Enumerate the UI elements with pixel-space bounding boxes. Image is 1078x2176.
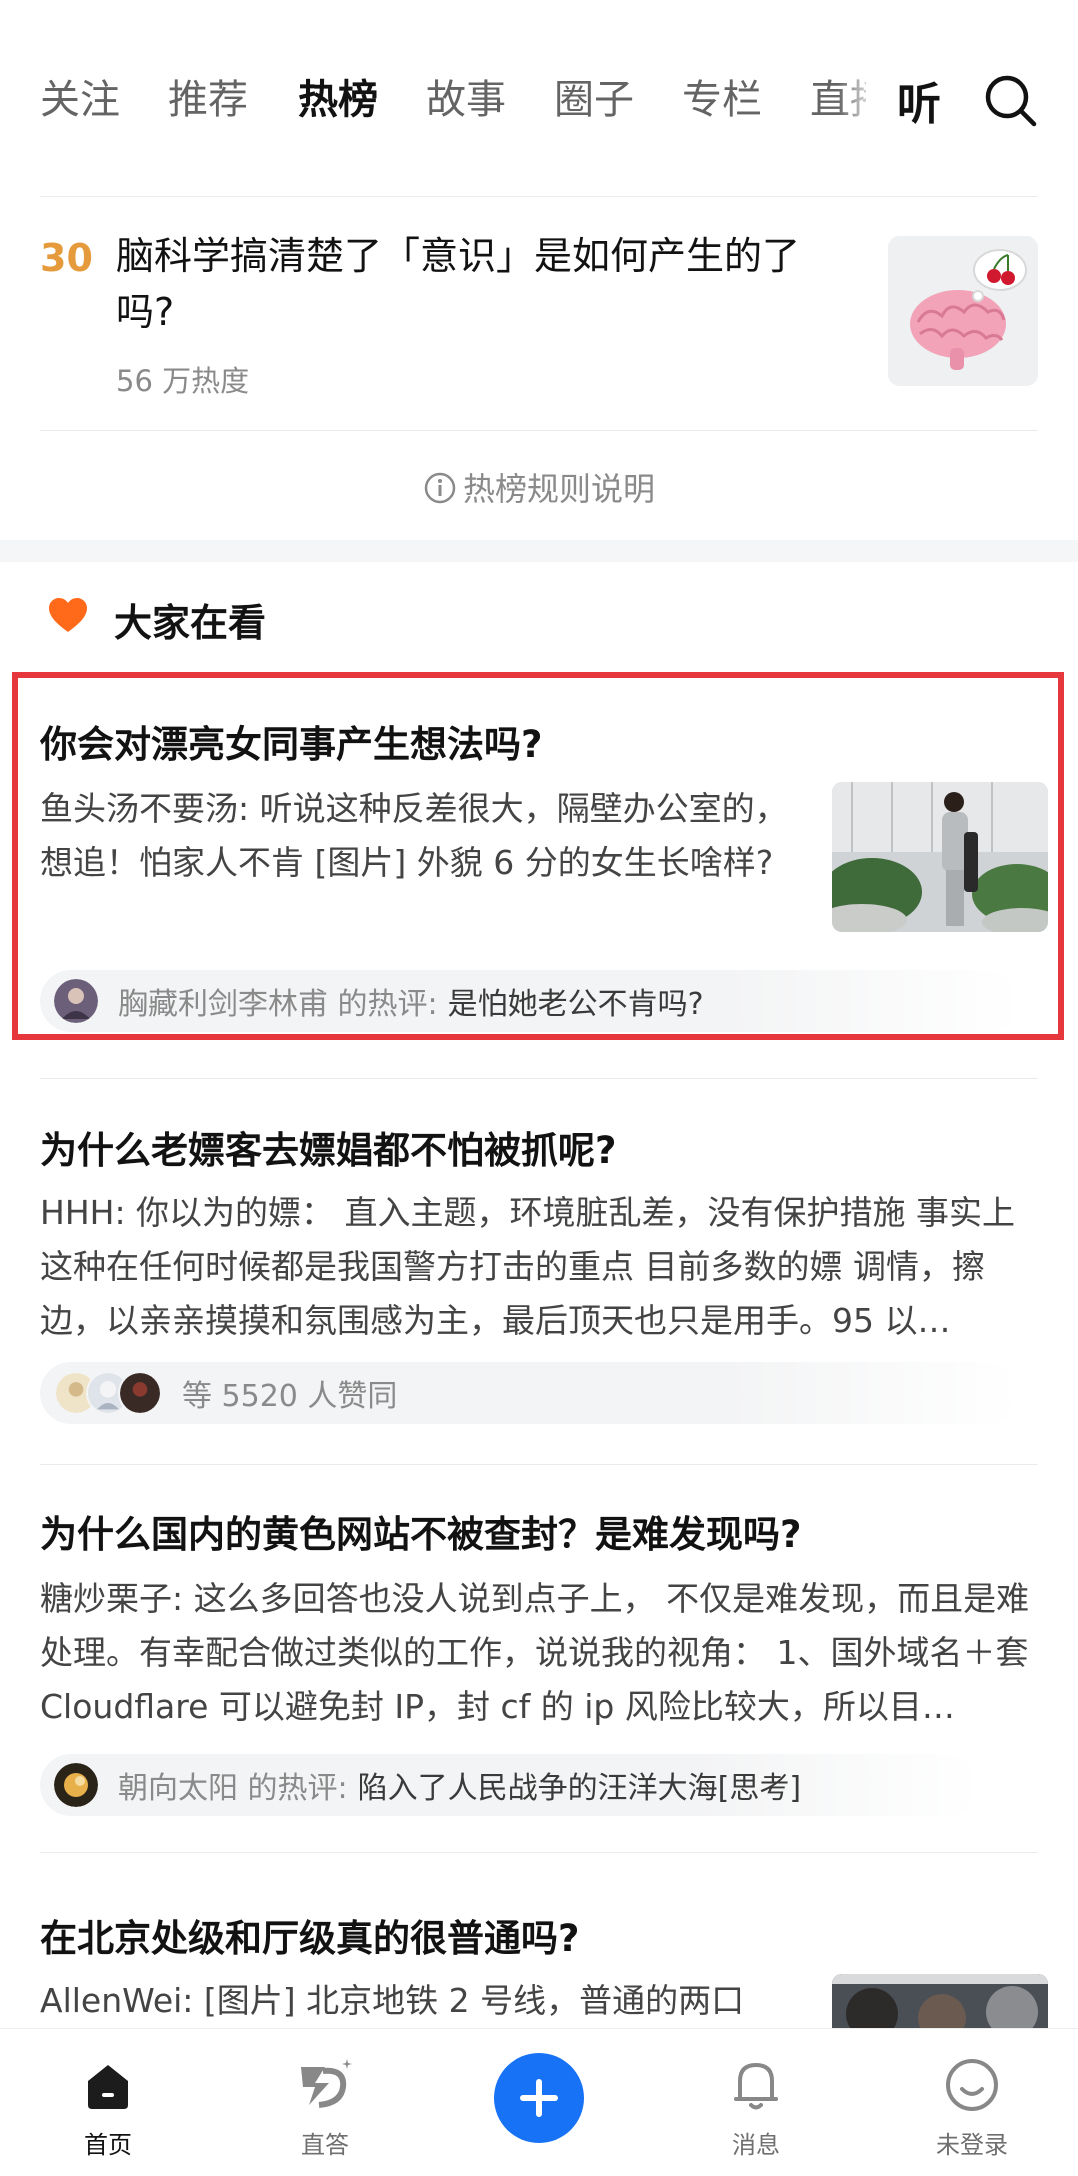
avatar bbox=[54, 1763, 98, 1807]
nav-profile[interactable]: 未登录 bbox=[902, 2029, 1042, 2160]
card-excerpt[interactable]: 糖炒栗子: 这么多回答也没人说到点子上， 不仅是难发现，而且是难处理。有幸配合做… bbox=[40, 1572, 1050, 1734]
tab-columns[interactable]: 专栏 bbox=[682, 72, 762, 128]
bell-icon bbox=[734, 2063, 778, 2110]
section-title: 大家在看 bbox=[114, 601, 267, 645]
rules-label: 热榜规则说明 bbox=[462, 470, 655, 508]
zhida-icon bbox=[301, 2059, 352, 2108]
info-icon bbox=[424, 472, 456, 504]
hot-comment[interactable]: 朝向太阳 的热评: 陷入了人民战争的汪洋大海[思考] bbox=[40, 1754, 980, 1816]
section-separator bbox=[0, 540, 1078, 562]
hot-item-title[interactable]: 脑科学搞清楚了「意识」是如何产生的了吗? bbox=[116, 228, 816, 340]
card-excerpt[interactable]: AllenWei: [图片] 北京地铁 2 号线，普通的两口 bbox=[40, 1974, 820, 2028]
divider bbox=[40, 1464, 1038, 1465]
tab-hot-list[interactable]: 热榜 bbox=[298, 72, 378, 128]
profile-icon bbox=[946, 2059, 998, 2111]
nav-label: 未登录 bbox=[936, 2131, 1008, 2159]
add-icon bbox=[520, 2079, 558, 2117]
nav-label: 直答 bbox=[301, 2131, 349, 2159]
comment-text: 陷入了人民战争的汪洋大海[思考] bbox=[357, 1771, 802, 1806]
subway-photo bbox=[832, 1974, 1048, 2028]
nav-label: 首页 bbox=[84, 2131, 132, 2159]
tab-recommend[interactable]: 推荐 bbox=[168, 72, 248, 128]
card-excerpt[interactable]: HHH: 你以为的嫖： 直入主题，环境脏乱差，没有保护措施 事实上这种在任何时候… bbox=[40, 1186, 1040, 1348]
nav-messages[interactable]: 消息 bbox=[686, 2029, 826, 2160]
comment-user[interactable]: 朝向太阳 的热评: bbox=[118, 1763, 348, 1807]
avatar-group bbox=[54, 1371, 162, 1415]
hot-rank: 30 bbox=[40, 236, 93, 280]
agree-count: 等 5520 人赞同 bbox=[182, 1379, 398, 1414]
brain-illustration bbox=[888, 236, 1038, 386]
nav-label: 消息 bbox=[732, 2131, 780, 2159]
listen-button[interactable]: 听 bbox=[897, 68, 941, 132]
divider bbox=[40, 1852, 1038, 1853]
tab-circles[interactable]: 圈子 bbox=[554, 72, 634, 128]
avatar bbox=[118, 1371, 162, 1415]
home-icon bbox=[88, 2065, 128, 2109]
hot-list-rules-link[interactable]: 热榜规则说明 bbox=[0, 464, 1078, 510]
card-title[interactable]: 为什么国内的黄色网站不被查封？是难发现吗? bbox=[40, 1504, 801, 1558]
top-tab-bar: 关注 推荐 热榜 故事 圈子 专栏 直播 听 bbox=[0, 0, 1078, 196]
agree-info: 等 5520 人赞同 bbox=[40, 1362, 1020, 1424]
divider bbox=[40, 430, 1038, 431]
highlight-annotation bbox=[12, 672, 1064, 1040]
nav-home[interactable]: 首页 bbox=[38, 2029, 178, 2160]
add-button[interactable] bbox=[494, 2053, 584, 2143]
tab-stories[interactable]: 故事 bbox=[426, 72, 506, 128]
card-thumbnail[interactable] bbox=[832, 1974, 1048, 2028]
divider bbox=[40, 1078, 1038, 1079]
hot-item-heat: 56 万热度 bbox=[116, 364, 250, 398]
hot-item-thumbnail[interactable] bbox=[888, 236, 1038, 386]
divider bbox=[40, 196, 1038, 197]
tab-follow[interactable]: 关注 bbox=[40, 72, 120, 128]
nav-zhida[interactable]: 直答 bbox=[255, 2029, 395, 2160]
search-icon[interactable] bbox=[982, 72, 1038, 128]
card-title[interactable]: 在北京处级和厅级真的很普通吗? bbox=[40, 1908, 579, 1962]
bottom-nav-bar: 首页 直答 消息 未登录 bbox=[0, 2028, 1078, 2176]
card-title[interactable]: 为什么老嫖客去嫖娼都不怕被抓呢? bbox=[40, 1120, 616, 1174]
tab-fade bbox=[838, 60, 878, 140]
heart-icon bbox=[49, 598, 87, 632]
